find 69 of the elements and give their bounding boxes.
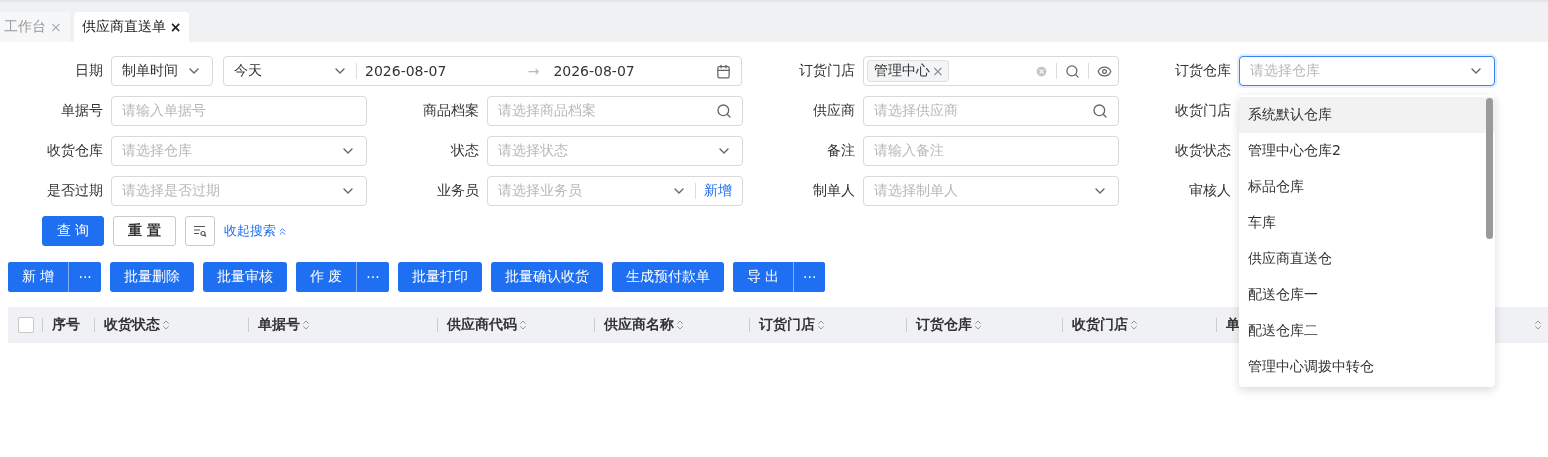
add-link[interactable]: 新增 [704, 182, 732, 200]
field-label: 收货门店 [1174, 102, 1231, 120]
tag-select-field[interactable]: 管理中心× [863, 56, 1119, 86]
selected-tag: 管理中心× [867, 60, 949, 82]
scrollbar-thumb[interactable] [1486, 98, 1493, 239]
sort-icon[interactable] [300, 319, 312, 331]
sort-icon[interactable] [160, 319, 172, 331]
toolbar-button[interactable]: 生成预付款单 [611, 262, 724, 292]
filter-settings-button[interactable] [185, 216, 216, 246]
field-label: 制单人 [812, 182, 855, 200]
sort-icon[interactable] [972, 319, 984, 331]
column-header: 供应商名称 [604, 316, 674, 334]
calendar-icon [716, 63, 731, 79]
sort-icon[interactable] [1128, 319, 1140, 331]
date-type-select[interactable]: 制单时间 [111, 56, 213, 86]
field-label: 订货门店 [798, 62, 855, 80]
field-label: 订货仓库 [1174, 62, 1231, 80]
reset-button[interactable]: 重 置 [113, 216, 177, 246]
search-icon [716, 103, 732, 119]
dropdown-option[interactable]: 标品仓库 [1239, 169, 1495, 205]
field-label: 是否过期 [46, 182, 103, 200]
dropdown-option[interactable]: 系统默认仓库 [1239, 97, 1495, 133]
column-header: 供应商代码 [447, 316, 517, 334]
dropdown-option[interactable]: 管理中心仓库2 [1239, 133, 1495, 169]
field-label: 日期 [74, 62, 103, 80]
column-header: 收货门店 [1072, 316, 1128, 334]
search-icon[interactable] [1065, 63, 1080, 79]
more-button[interactable]: ··· [793, 262, 826, 292]
column-header: 订货门店 [759, 316, 815, 334]
column-header: 单 [1226, 316, 1240, 334]
dropdown-option[interactable]: 车库 [1239, 205, 1495, 241]
dropdown-option[interactable]: 供应商直送仓 [1239, 241, 1495, 277]
dropdown-option[interactable]: 配送仓库二 [1239, 313, 1495, 349]
toolbar-button[interactable]: 批量确认收货 [490, 262, 603, 292]
dropdown-option[interactable]: 配送仓库一 [1239, 277, 1495, 313]
column-header: 订货仓库 [916, 316, 972, 334]
sort-icon[interactable] [674, 319, 686, 331]
field-label: 供应商 [812, 102, 855, 120]
field-label: 单据号 [60, 102, 103, 120]
select-field[interactable]: 请选择业务员 新增 [487, 176, 743, 206]
dropdown-option[interactable]: 管理中心调拨中转仓 [1239, 349, 1495, 385]
toolbar-button[interactable]: 批量审核 [202, 262, 287, 292]
field-label: 收货状态 [1174, 142, 1231, 160]
field-label: 状态 [450, 142, 479, 160]
field-label: 业务员 [436, 182, 479, 200]
tab[interactable]: 工作台 × [0, 12, 70, 42]
sort-icon[interactable] [517, 319, 529, 331]
field-label: 审核人 [1188, 182, 1231, 200]
field-label: 商品档案 [422, 102, 479, 120]
date-range-field[interactable]: 今天 2026-08-07 → 2026-08-07 [223, 56, 742, 86]
collapse-search-link[interactable]: 收起搜索 [224, 222, 289, 240]
tab[interactable]: 供应商直送单 × [73, 12, 190, 42]
sort-icon[interactable] [1532, 319, 1544, 331]
query-button[interactable]: 查 询 [42, 216, 105, 246]
eye-icon[interactable] [1097, 63, 1112, 79]
checkbox[interactable] [18, 317, 34, 333]
clear-icon[interactable] [1035, 64, 1048, 78]
field-label: 收货仓库 [46, 142, 103, 160]
more-button[interactable]: ··· [68, 262, 101, 292]
sort-icon[interactable] [815, 319, 827, 331]
search-icon [1092, 103, 1108, 119]
more-button[interactable]: ··· [356, 262, 389, 292]
column-header: 收货状态 [104, 316, 160, 334]
column-header: 序号 [52, 316, 80, 334]
column-header: 单据号 [258, 316, 300, 334]
field-label: 备注 [826, 142, 855, 160]
list-search-icon [193, 224, 208, 238]
toolbar-button[interactable]: 批量删除 [109, 262, 194, 292]
toolbar-button[interactable]: 批量打印 [397, 262, 482, 292]
